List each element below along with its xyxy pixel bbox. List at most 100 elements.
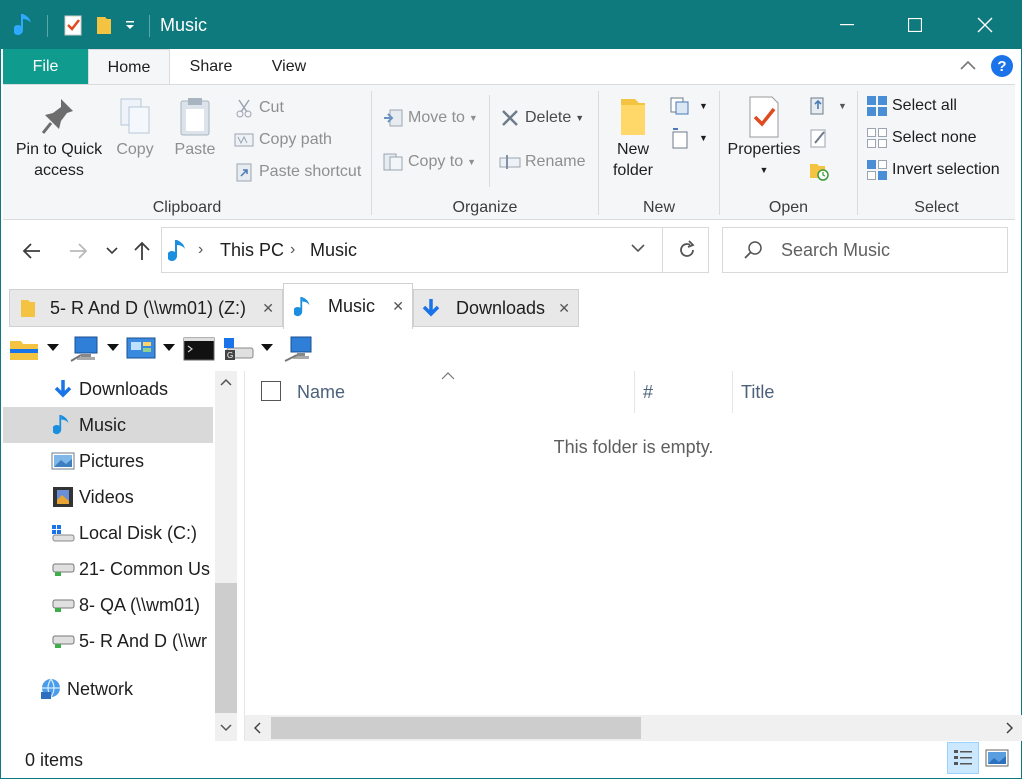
- rename-label: Rename: [525, 153, 586, 170]
- close-tab-icon[interactable]: ✕: [558, 300, 570, 317]
- new-folder-quick-icon[interactable]: [91, 11, 117, 39]
- scroll-down-icon[interactable]: [215, 717, 237, 739]
- select-all-button[interactable]: Select all: [866, 95, 957, 117]
- tab-view[interactable]: View: [251, 49, 327, 84]
- delete-button[interactable]: Delete ▼: [499, 107, 584, 129]
- history-button[interactable]: [808, 159, 834, 181]
- copy-button[interactable]: Copy: [107, 95, 163, 160]
- tab-home[interactable]: Home: [88, 49, 170, 85]
- forward-button[interactable]: [63, 233, 93, 269]
- nav-item-qa-drive[interactable]: 8- QA (\\wm01): [3, 587, 213, 623]
- easy-access-button[interactable]: ▼: [669, 127, 708, 149]
- search-input[interactable]: [781, 238, 997, 262]
- select-all-checkbox[interactable]: [261, 381, 281, 401]
- command-prompt-icon[interactable]: [183, 335, 215, 363]
- dropdown-caret-icon[interactable]: [163, 344, 175, 351]
- breadcrumb-chevron-icon[interactable]: ›: [290, 241, 295, 259]
- up-button[interactable]: [127, 233, 157, 269]
- nav-item-local-disk[interactable]: Local Disk (C:): [3, 515, 213, 551]
- scroll-right-icon[interactable]: [998, 715, 1022, 741]
- clipboard-group-label: Clipboard: [152, 199, 222, 216]
- close-tab-icon[interactable]: ✕: [392, 298, 404, 315]
- nav-pane-scrollbar[interactable]: [215, 371, 237, 741]
- nav-item-common-users[interactable]: 21- Common Us: [3, 551, 213, 587]
- large-icons-view-button[interactable]: [981, 742, 1013, 774]
- back-button[interactable]: [17, 233, 47, 269]
- refresh-button[interactable]: [662, 228, 710, 272]
- dropdown-caret-icon[interactable]: [47, 344, 59, 351]
- paste-shortcut-icon: [233, 161, 255, 183]
- dropdown-caret-icon[interactable]: [261, 344, 273, 351]
- nav-item-videos[interactable]: Videos: [3, 479, 213, 515]
- search-box[interactable]: [722, 227, 1008, 273]
- scroll-up-icon[interactable]: [215, 371, 237, 393]
- horizontal-scrollbar[interactable]: [245, 715, 1022, 741]
- nav-item-music[interactable]: Music: [3, 407, 213, 443]
- nav-item-label: Videos: [79, 486, 134, 507]
- folder-tab-label: Music: [328, 296, 376, 316]
- drive-g-icon[interactable]: G: [223, 335, 255, 363]
- history-icon: [808, 159, 830, 181]
- move-to-button[interactable]: Move to ▼: [382, 107, 478, 129]
- close-tab-icon[interactable]: ✕: [262, 300, 274, 317]
- pin-label-line1: Pin to Quick: [15, 141, 103, 158]
- edit-button[interactable]: [808, 127, 834, 149]
- nav-item-downloads[interactable]: Downloads: [3, 371, 213, 407]
- properties-quick-icon[interactable]: [59, 11, 87, 39]
- nav-item-rd-drive[interactable]: 5- R And D (\\wr: [3, 623, 213, 659]
- maximize-button[interactable]: [881, 1, 949, 49]
- collapse-ribbon-icon[interactable]: [957, 55, 979, 77]
- scrollbar-thumb[interactable]: [271, 717, 641, 739]
- quick-access-dropdown-icon[interactable]: [119, 11, 141, 39]
- open-button[interactable]: ▼: [808, 95, 847, 117]
- cut-button[interactable]: Cut: [233, 97, 284, 119]
- column-headers: Name # Title: [245, 371, 1022, 413]
- recent-locations-button[interactable]: [99, 233, 125, 269]
- tab-file[interactable]: File: [3, 49, 88, 84]
- network-computer-icon[interactable]: [283, 335, 315, 363]
- rename-button[interactable]: Rename: [499, 151, 585, 173]
- select-group: Select all Select none Invert selection …: [858, 85, 1015, 219]
- breadcrumb-this-pc[interactable]: This PC: [220, 240, 284, 261]
- close-button[interactable]: [951, 1, 1019, 49]
- tab-share[interactable]: Share: [171, 49, 251, 84]
- breadcrumb-music[interactable]: Music: [310, 240, 357, 261]
- invert-selection-button[interactable]: Invert selection: [866, 159, 1000, 181]
- new-folder-button[interactable]: New folder: [601, 95, 665, 181]
- copy-path-button[interactable]: Copy path: [233, 129, 332, 151]
- copy-to-button[interactable]: Copy to ▼: [382, 151, 476, 173]
- column-header-name[interactable]: Name: [297, 371, 345, 413]
- help-icon[interactable]: ?: [991, 55, 1013, 77]
- column-header-title[interactable]: Title: [741, 371, 774, 413]
- nav-item-network[interactable]: Network: [3, 671, 213, 707]
- properties-button[interactable]: Properties ▼: [724, 95, 804, 181]
- paste-shortcut-button[interactable]: Paste shortcut: [233, 161, 361, 183]
- new-folder-icon: [621, 99, 645, 135]
- paste-button[interactable]: Paste: [167, 95, 223, 160]
- invert-selection-label: Invert selection: [892, 161, 1000, 178]
- breadcrumb-chevron-icon[interactable]: ›: [198, 241, 203, 259]
- address-bar[interactable]: › This PC › Music: [161, 227, 709, 273]
- computer-icon[interactable]: [69, 335, 101, 363]
- scroll-left-icon[interactable]: [245, 715, 269, 741]
- control-panel-icon[interactable]: [125, 335, 157, 363]
- folder-tab-rd-drive[interactable]: 5- R And D (\\wm01) (Z:) ✕: [9, 289, 283, 327]
- back-arrow-icon: [22, 243, 40, 259]
- explorer-folder-icon[interactable]: [9, 335, 39, 363]
- select-none-button[interactable]: Select none: [866, 127, 977, 149]
- nav-item-pictures[interactable]: Pictures: [3, 443, 213, 479]
- folder-tab-downloads[interactable]: Downloads ✕: [413, 289, 579, 327]
- scrollbar-thumb[interactable]: [215, 583, 237, 713]
- dropdown-caret-icon[interactable]: [107, 344, 119, 351]
- nav-item-label: Downloads: [79, 378, 169, 399]
- pictures-icon: [49, 451, 77, 471]
- pin-to-quick-access-button[interactable]: Pin to Quick access: [11, 95, 107, 181]
- folder-tab-music[interactable]: Music ✕: [283, 283, 413, 329]
- nav-item-label: 5- R And D (\\wr: [79, 630, 208, 651]
- column-header-number[interactable]: #: [643, 371, 653, 413]
- new-item-button[interactable]: ▼: [669, 95, 708, 117]
- details-view-button[interactable]: [947, 742, 979, 774]
- address-dropdown-icon[interactable]: [630, 240, 650, 260]
- minimize-button[interactable]: [813, 1, 881, 49]
- music-note-icon: [11, 11, 39, 39]
